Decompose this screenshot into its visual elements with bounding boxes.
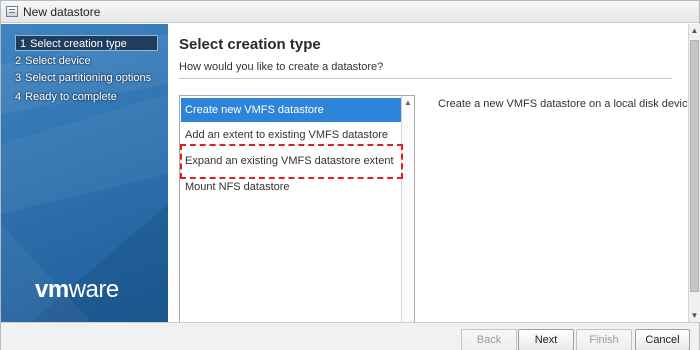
chevron-up-icon[interactable]: ▲ (402, 96, 414, 109)
step-ready-to-complete[interactable]: 4 Ready to complete (15, 89, 117, 105)
page-title: Select creation type (179, 36, 321, 53)
list-scrollbar[interactable]: ▲ (401, 96, 414, 322)
window-icon (6, 6, 18, 17)
step-select-device[interactable]: 2 Select device (15, 53, 91, 69)
page-scrollbar[interactable]: ▲ ▼ (688, 24, 700, 322)
window-title: New datastore (23, 5, 101, 19)
chevron-up-icon[interactable]: ▲ (689, 24, 700, 37)
finish-button[interactable]: Finish (576, 329, 632, 350)
vmware-logo: vmware (35, 276, 119, 303)
new-datastore-dialog: New datastore 1 Select creation type 2 Sel… (0, 0, 700, 350)
wizard-steps-panel: 1 Select creation type 2 Select device 3 Se… (1, 24, 168, 322)
step-select-partitioning-options[interactable]: 3 Select partitioning options (15, 70, 151, 86)
next-button[interactable]: Next (518, 329, 574, 350)
cancel-button[interactable]: Cancel (635, 329, 690, 350)
option-create-new-vmfs[interactable]: Create new VMFS datastore (181, 98, 402, 122)
creation-type-list[interactable]: Create new VMFS datastore Add an extent … (179, 95, 415, 323)
scroll-thumb[interactable] (690, 40, 699, 292)
button-bar: Back Next Finish Cancel (1, 322, 699, 350)
step-select-creation-type[interactable]: 1 Select creation type (15, 35, 158, 51)
title-bar[interactable]: New datastore (1, 1, 699, 23)
page-subtitle: How would you like to create a datastore… (179, 61, 384, 73)
highlight-box (180, 144, 403, 179)
header-divider (179, 78, 672, 79)
option-description: Create a new VMFS datastore on a local d… (438, 98, 694, 110)
back-button[interactable]: Back (461, 329, 517, 350)
chevron-down-icon[interactable]: ▼ (689, 309, 700, 322)
